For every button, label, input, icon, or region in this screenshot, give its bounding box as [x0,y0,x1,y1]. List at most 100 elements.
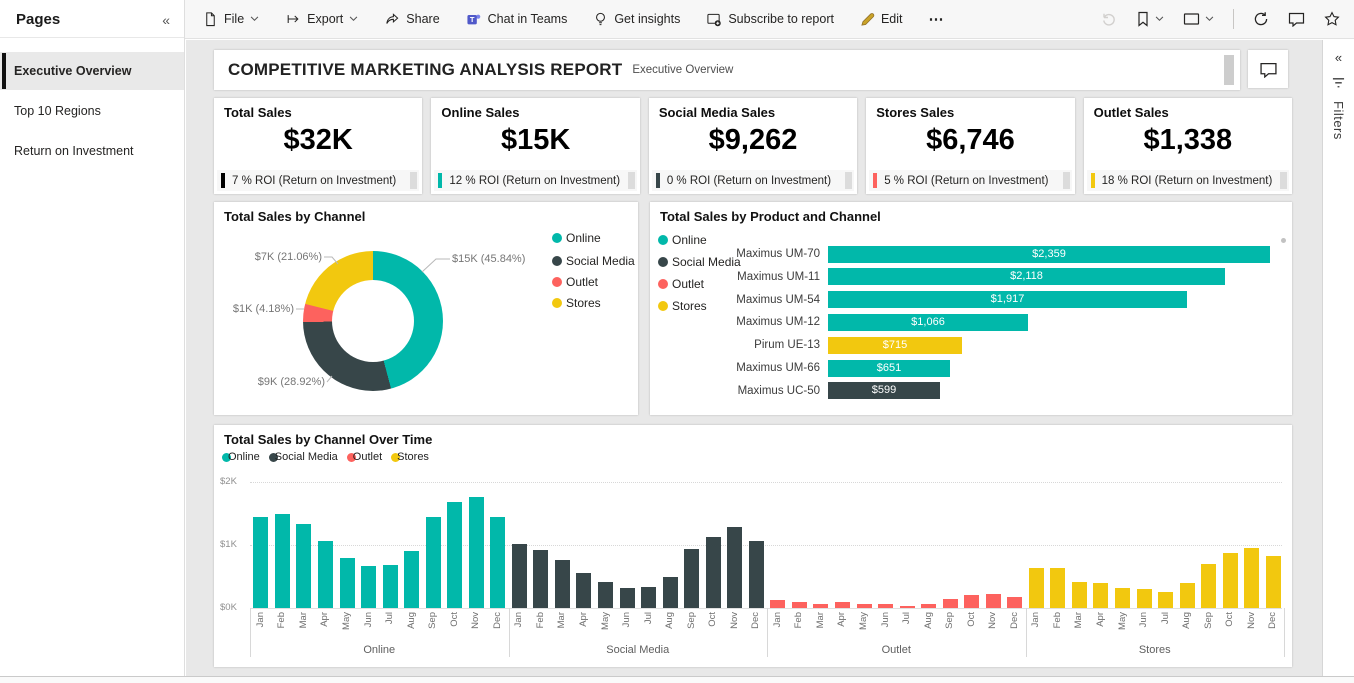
column-bar[interactable] [1223,553,1238,608]
column-bar[interactable] [1137,589,1152,608]
column-bar[interactable] [1115,588,1130,608]
column-bar[interactable] [684,549,699,608]
column-bar[interactable] [706,537,721,608]
donut-chart[interactable] [303,251,443,391]
column-bar[interactable] [986,594,1001,608]
kpi-card[interactable]: Stores Sales $6,746 5 % ROI (Return on I… [866,98,1074,194]
view-button[interactable] [1183,12,1214,26]
kpi-scrollbar-thumb[interactable] [628,172,635,189]
export-menu-button[interactable]: Export [285,12,358,26]
column-bar[interactable] [469,497,484,609]
column-bar[interactable] [318,541,333,608]
column-bar[interactable] [857,604,872,608]
column-bar[interactable] [1201,564,1216,608]
filters-pane-label[interactable]: Filters [1331,101,1346,140]
column-bar[interactable] [792,602,807,608]
kpi-card[interactable]: Online Sales $15K 12 % ROI (Return on In… [431,98,639,194]
column-bar[interactable] [900,606,915,609]
column-bar[interactable] [1266,556,1281,608]
get-insights-button[interactable]: Get insights [593,11,680,27]
legend-item-social-media[interactable]: Social Media [269,451,338,463]
collapse-pages-icon[interactable]: « [162,12,170,28]
column-bar[interactable] [383,565,398,608]
edit-button[interactable]: Edit [860,12,903,27]
share-button[interactable]: Share [384,12,439,27]
column-bar[interactable] [878,604,893,608]
product-bar[interactable]: $2,118 [828,268,1225,285]
column-bar[interactable] [749,541,764,608]
undo-button-disabled[interactable] [1101,11,1117,27]
sidebar-item-executive-overview[interactable]: Executive Overview [0,52,184,90]
column-bar[interactable] [447,502,462,609]
column-bar[interactable] [598,582,613,608]
column-bar[interactable] [426,517,441,608]
title-scrollbar-thumb[interactable] [1224,55,1234,85]
subscribe-button[interactable]: Subscribe to report [706,12,834,27]
column-bar[interactable] [1050,568,1065,608]
kpi-card[interactable]: Outlet Sales $1,338 18 % ROI (Return on … [1084,98,1292,194]
legend-item-online[interactable]: Online [658,233,707,247]
legend-item-stores[interactable]: Stores [552,296,601,310]
column-bar[interactable] [964,595,979,608]
column-bar[interactable] [1158,592,1173,608]
column-bar[interactable] [835,602,850,608]
column-bar[interactable] [296,524,311,608]
column-bar[interactable] [404,551,419,608]
sidebar-item-top-10-regions[interactable]: Top 10 Regions [0,92,184,130]
more-options-button[interactable]: ⋯ [929,10,945,28]
expand-filters-icon[interactable]: « [1335,50,1342,65]
column-bar[interactable] [1180,583,1195,608]
legend-item-online[interactable]: Online [552,231,601,245]
column-bar[interactable] [1244,548,1259,608]
column-bar[interactable] [533,550,548,608]
legend-item-outlet[interactable]: Outlet [552,275,598,289]
column-bar[interactable] [1072,582,1087,608]
column-bar[interactable] [512,544,527,608]
column-bar[interactable] [361,566,376,608]
legend-item-stores[interactable]: Stores [391,451,429,463]
refresh-button[interactable] [1253,11,1269,27]
column-bar[interactable] [921,604,936,608]
column-bar[interactable] [576,573,591,608]
comments-button[interactable] [1288,11,1305,27]
legend-item-outlet[interactable]: Outlet [658,277,704,291]
column-bar[interactable] [813,604,828,608]
column-bar[interactable] [555,560,570,608]
column-bar[interactable] [770,600,785,608]
column-bar[interactable] [490,517,505,608]
column-bar[interactable] [1029,568,1044,608]
column-bar[interactable] [727,527,742,608]
column-bar[interactable] [1093,583,1108,608]
column-bar[interactable] [1007,597,1022,608]
product-bar[interactable]: $2,359 [828,246,1270,263]
legend-item-online[interactable]: Online [222,451,260,463]
kpi-scrollbar-thumb[interactable] [410,172,417,189]
product-bar[interactable]: $1,917 [828,291,1187,308]
product-bar[interactable]: $1,066 [828,314,1028,331]
column-bar[interactable] [620,588,635,608]
product-bar[interactable]: $715 [828,337,962,354]
product-bar[interactable]: $651 [828,360,950,377]
kpi-card[interactable]: Social Media Sales $9,262 0 % ROI (Retur… [649,98,857,194]
column-bar[interactable] [253,517,268,608]
favorite-button[interactable] [1324,11,1340,27]
column-bar[interactable] [641,587,656,608]
filter-funnel-icon[interactable] [1332,77,1345,89]
kpi-scrollbar-thumb[interactable] [845,172,852,189]
chart-scrollbar-dot[interactable] [1281,238,1286,243]
product-bar[interactable]: $599 [828,382,940,399]
column-bar[interactable] [943,599,958,608]
column-bar[interactable] [275,514,290,609]
column-bar[interactable] [340,558,355,608]
column-bar[interactable] [663,577,678,608]
legend-item-stores[interactable]: Stores [658,299,707,313]
visual-comment-button[interactable] [1248,50,1288,88]
file-menu-button[interactable]: File [203,11,259,27]
kpi-scrollbar-thumb[interactable] [1280,172,1287,189]
kpi-scrollbar-thumb[interactable] [1063,172,1070,189]
kpi-card[interactable]: Total Sales $32K 7 % ROI (Return on Inve… [214,98,422,194]
legend-item-outlet[interactable]: Outlet [347,451,382,463]
chat-in-teams-button[interactable]: T Chat in Teams [466,12,568,27]
legend-item-social-media[interactable]: Social Media [552,254,635,268]
sidebar-item-return-on-investment[interactable]: Return on Investment [0,132,184,170]
